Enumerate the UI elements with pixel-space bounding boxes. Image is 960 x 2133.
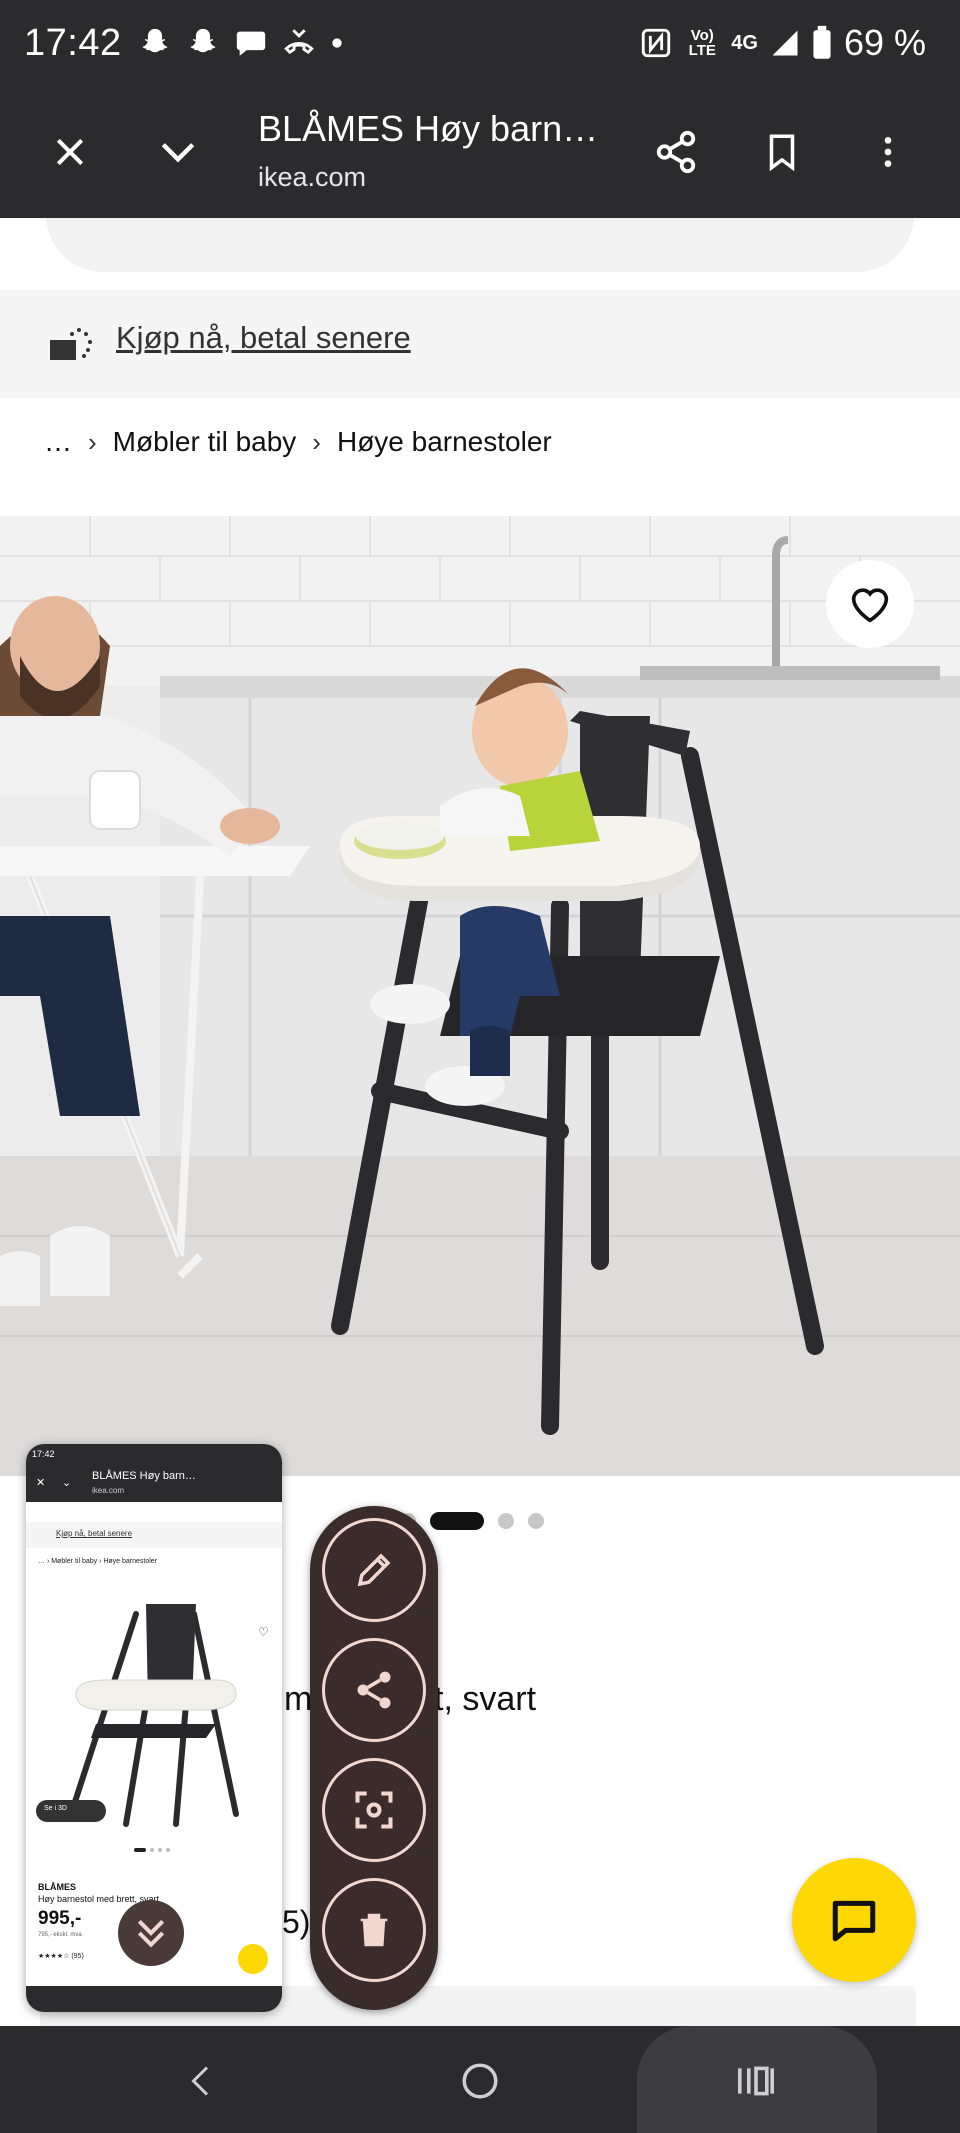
screenshot-actions-toolbar	[310, 1506, 438, 2010]
breadcrumb-ellipsis[interactable]: …	[44, 426, 72, 458]
double-chevron-down-icon	[137, 1919, 165, 1948]
thumb-status-time: 17:42	[26, 1444, 282, 1466]
share-icon	[357, 1671, 391, 1709]
chat-button[interactable]	[792, 1858, 916, 1982]
thumb-product-image: ♡	[26, 1574, 282, 1834]
scan-icon	[355, 1791, 393, 1829]
pencil-icon	[357, 1553, 391, 1587]
bnpl-banner[interactable]: Kjøp nå, betal senere	[0, 290, 960, 398]
thumb-breadcrumb: … › Møbler til baby › Høye barnestoler	[38, 1558, 158, 1565]
close-icon: ✕	[36, 1477, 46, 1489]
status-bar: 17:42 Vo) LTE 4G 69 %	[0, 0, 960, 90]
chevron-down-icon[interactable]	[146, 120, 210, 184]
thumb-browser-bar: ✕ ⌄ BLÅMES Høy barn… ikea.com	[26, 1466, 282, 1502]
payment-icon	[50, 328, 92, 360]
status-time: 17:42	[24, 22, 122, 64]
bookmark-icon[interactable]	[750, 120, 814, 184]
breadcrumb-item[interactable]: Møbler til baby	[113, 426, 297, 458]
snapchat-icon	[142, 28, 168, 53]
breadcrumb-separator: ›	[312, 426, 321, 457]
thumb-bnpl-link: Kjøp nå, betal senere	[26, 1522, 282, 1548]
share-icon[interactable]	[644, 120, 708, 184]
trash-icon	[360, 1913, 388, 1947]
status-right: Vo) LTE 4G 69 %	[639, 22, 926, 64]
browser-toolbar: BLÅMES Høy barn… ikea.com	[0, 90, 960, 218]
carousel-dot[interactable]	[528, 1513, 544, 1529]
more-vert-icon[interactable]	[856, 120, 920, 184]
thumb-price: 995,-	[38, 1908, 82, 1929]
heart-icon	[851, 588, 889, 623]
home-button[interactable]	[445, 2046, 515, 2116]
thumb-chat-fab	[238, 1944, 268, 1974]
thumb-price-sub: 795,- ekskl. mva	[38, 1932, 82, 1938]
bnpl-link[interactable]: Kjøp nå, betal senere	[116, 320, 411, 356]
search-box[interactable]	[46, 218, 914, 272]
svg-text:♡: ♡	[258, 1625, 269, 1639]
carousel-dot-active[interactable]	[430, 1512, 484, 1530]
battery-label: 69 %	[843, 22, 926, 63]
breadcrumb: … › Møbler til baby › Høye barnestoler	[44, 426, 552, 458]
dot-icon	[332, 38, 342, 48]
share-button[interactable]	[322, 1638, 426, 1742]
thumb-carousel-dots	[134, 1848, 170, 1852]
network-label: 4G	[731, 31, 758, 54]
scan-button[interactable]	[322, 1758, 426, 1862]
thumb-3d-badge: Se i 3D	[36, 1800, 106, 1822]
back-icon	[191, 2066, 209, 2096]
close-icon[interactable]	[38, 120, 102, 184]
edit-button[interactable]	[322, 1518, 426, 1622]
expand-preview-button[interactable]	[118, 1900, 184, 1966]
recents-button[interactable]	[721, 2046, 791, 2116]
thumb-title: BLÅMES Høy barn…	[92, 1470, 196, 1482]
thumb-url: ikea.com	[92, 1486, 125, 1495]
recents-icon	[738, 2066, 774, 2096]
page-url: ikea.com	[258, 162, 367, 192]
product-name-fragment: m	[284, 1680, 313, 1718]
home-icon	[462, 2063, 498, 2099]
product-image[interactable]	[0, 516, 960, 1476]
chat-icon	[832, 1900, 876, 1942]
favorite-button[interactable]	[826, 560, 914, 648]
delete-button[interactable]	[322, 1878, 426, 1982]
snapchat-icon	[190, 28, 216, 53]
breadcrumb-separator: ›	[88, 426, 97, 457]
product-photo	[0, 516, 960, 1476]
product-name-fragment: t, svart	[434, 1680, 537, 1718]
battery-icon	[813, 25, 831, 59]
screenshot-thumbnail[interactable]: 17:42 ✕ ⌄ BLÅMES Høy barn… ikea.com Kjøp…	[26, 1444, 282, 2012]
notification-icons	[138, 26, 344, 60]
system-nav-bar	[0, 2026, 960, 2133]
thumb-rating: ★★★★☆ (95)	[38, 1953, 84, 1960]
nfc-icon	[642, 28, 671, 58]
thumb-nav-bar	[26, 1986, 282, 2012]
back-button[interactable]	[166, 2046, 236, 2116]
missed-call-icon	[284, 29, 314, 55]
thumb-brand: BLÅMES	[38, 1882, 76, 1892]
signal-icon	[772, 30, 798, 56]
volte-label: Vo) LTE	[688, 27, 716, 59]
rating-fragment: 5)	[282, 1904, 311, 1940]
page-title: BLÅMES Høy barn…	[258, 108, 599, 149]
chat-bubble-icon	[236, 31, 266, 56]
carousel-dot[interactable]	[498, 1513, 514, 1529]
breadcrumb-item[interactable]: Høye barnestoler	[337, 426, 552, 458]
chevron-down-icon: ⌄	[62, 1477, 72, 1489]
